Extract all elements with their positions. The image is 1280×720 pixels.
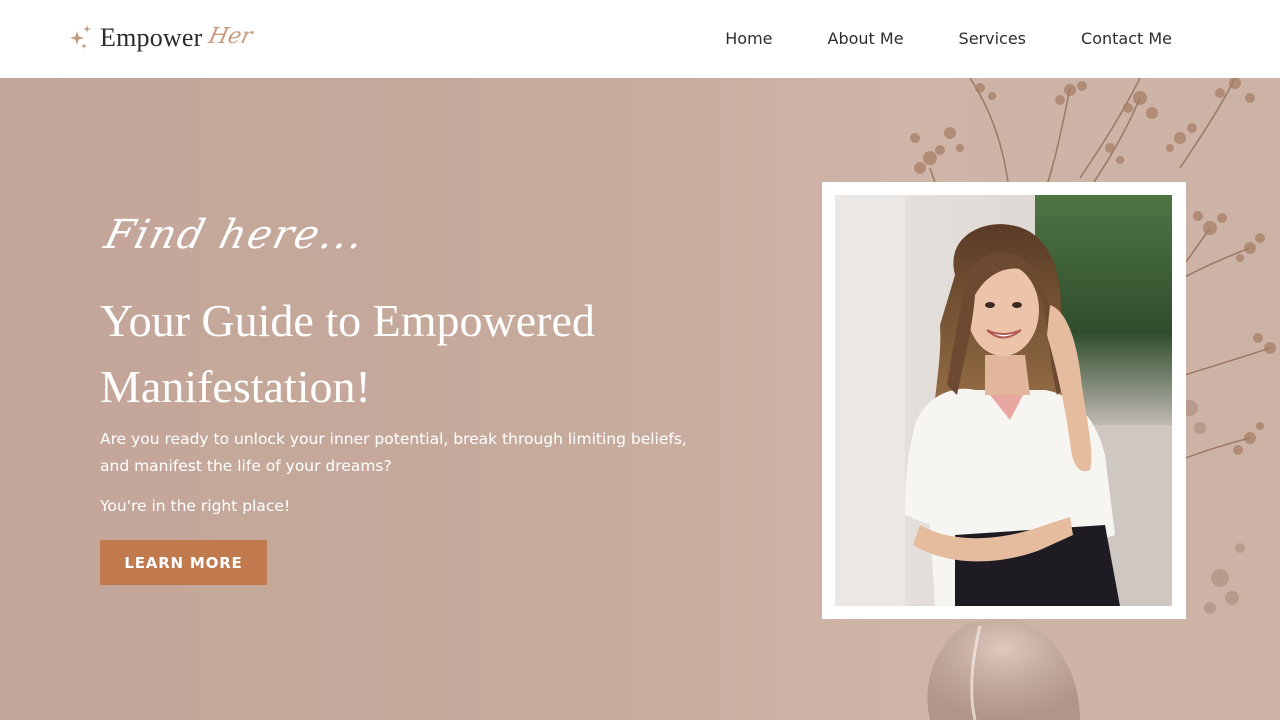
brand-script: Her [206, 23, 255, 49]
hero-section: Find here... Your Guide to Empowered Man… [0, 78, 1280, 720]
nav-contact-me[interactable]: Contact Me [1081, 28, 1172, 50]
hero-tagline: You're in the right place! [100, 497, 291, 515]
sparkle-icon [70, 25, 91, 49]
site-header: Empower Her Home About Me Services Conta… [0, 0, 1280, 78]
portrait-frame [822, 182, 1186, 619]
brand-logo[interactable]: Empower Her [68, 18, 255, 58]
nav-home[interactable]: Home [725, 28, 772, 50]
hero-eyebrow: Find here... [100, 212, 371, 258]
hero-title: Your Guide to Empowered Manifestation! [100, 295, 595, 412]
portrait-photo [835, 195, 1172, 606]
main-nav: Home About Me Services Contact Me [725, 28, 1172, 50]
learn-more-button[interactable]: LEARN MORE [100, 540, 267, 585]
nav-services[interactable]: Services [959, 28, 1026, 50]
hero-description: Are you ready to unlock your inner poten… [100, 430, 687, 475]
nav-about-me[interactable]: About Me [828, 28, 904, 50]
brand-name: Empower [100, 23, 203, 52]
